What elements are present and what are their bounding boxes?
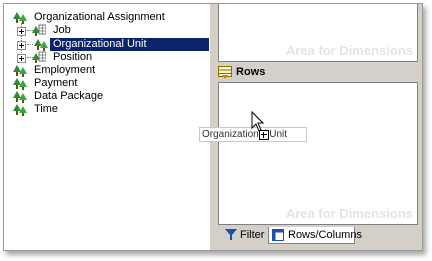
green-tree-icon [13,12,27,24]
rows-header: Rows [218,66,418,80]
filter-funnel-icon [225,229,237,240]
tree-node-data-package[interactable]: Data Package [13,90,163,103]
tree-node-label: Organizational Unit [50,38,209,51]
mouse-pointer-icon [251,111,265,132]
drag-ghost-label: Organizational Unit [202,129,288,140]
tree-node-organizational-unit[interactable]: Organizational Unit [17,38,209,51]
green-tree-icon [13,78,27,90]
tree-node-time[interactable]: Time [13,103,163,116]
columns-drop-area[interactable]: Area for Dimensions [218,4,418,62]
bottom-tab-bar: Filter Rows/Columns [215,226,422,250]
tree-node-organizational-assignment[interactable]: Organizational Assignment [13,11,203,24]
green-tree-icon [13,104,27,116]
tab-filter[interactable]: Filter [223,227,267,243]
tree-node-label: Job [53,24,71,36]
green-tree-icon [34,39,48,51]
grid-tree-icon [32,24,46,36]
grid-tree-icon [32,51,46,63]
tab-rows-columns[interactable]: Rows/Columns [268,227,362,244]
green-tree-icon [13,65,27,77]
rows-drop-area[interactable]: Area for Dimensions [218,82,418,225]
tree-node-label: Employment [34,64,96,76]
expand-icon[interactable] [17,27,26,36]
tree-node-payment[interactable]: Payment [13,77,163,90]
columns-area-watermark: Area for Dimensions [285,43,413,58]
rows-area-watermark: Area for Dimensions [285,206,413,221]
expand-icon[interactable] [17,54,26,63]
tab-label: Rows/Columns [288,229,362,241]
tree-node-label: Data Package [34,90,104,102]
tab-label: Filter [240,229,265,241]
rows-header-label: Rows [236,66,266,78]
green-tree-icon [13,91,27,103]
expand-icon[interactable] [17,41,26,50]
tree-node-label: Organizational Assignment [34,11,165,23]
tree-node-position[interactable]: Position [17,51,117,64]
tree-node-job[interactable]: Job [17,24,117,37]
dimension-tree[interactable]: Organizational Assignment Job Organizati… [4,4,209,250]
tree-node-label: Payment [34,77,78,89]
rows-columns-icon [272,229,284,241]
tree-node-employment[interactable]: Employment [13,64,163,77]
rows-icon [218,66,232,79]
tree-node-label: Position [53,51,93,63]
tree-node-label: Time [34,103,59,115]
tree-branch-line [27,44,33,45]
